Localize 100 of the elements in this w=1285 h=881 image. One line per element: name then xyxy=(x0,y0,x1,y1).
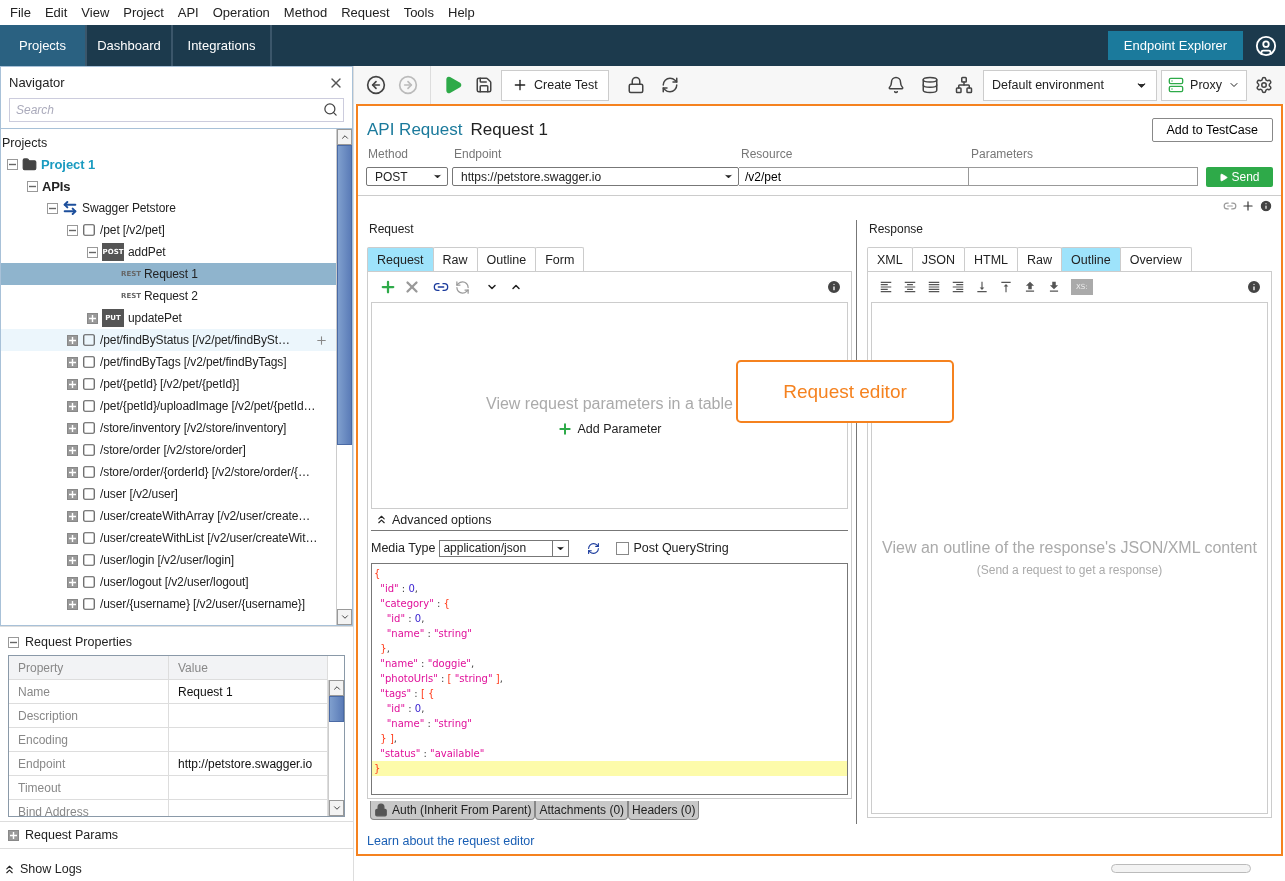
align-justify-icon[interactable] xyxy=(927,280,941,294)
learn-link[interactable]: Learn about the request editor xyxy=(358,824,535,854)
menu-item[interactable]: Edit xyxy=(37,5,75,20)
upload-icon[interactable] xyxy=(1023,280,1037,294)
tab[interactable]: Headers (0) xyxy=(628,801,700,820)
settings-icon[interactable] xyxy=(1255,76,1273,94)
scroll-thumb[interactable] xyxy=(329,696,344,722)
expand-icon[interactable] xyxy=(8,829,19,841)
menu-item[interactable]: Operation xyxy=(205,5,277,20)
user-icon[interactable] xyxy=(1255,34,1277,57)
tree-item[interactable]: /pet/findByTags [/v2/pet/findByTags] xyxy=(1,351,336,373)
tree-item[interactable]: /store/order/{orderId} [/v2/store/order/{… xyxy=(1,461,336,483)
tree-item[interactable]: /user/createWithList [/v2/user/createWit… xyxy=(1,527,336,549)
tab[interactable]: Overview xyxy=(1119,247,1192,271)
save-icon[interactable] xyxy=(475,76,493,94)
add-to-testcase-button[interactable]: Add to TestCase xyxy=(1151,118,1273,142)
collapse-icon[interactable] xyxy=(8,636,19,648)
tree-item[interactable]: /store/inventory [/v2/store/inventory] xyxy=(1,417,336,439)
menu-item[interactable]: Project xyxy=(116,5,171,20)
menu-item[interactable]: API xyxy=(170,5,206,20)
proxy-button[interactable]: Proxy xyxy=(1161,69,1247,101)
scroll-thumb[interactable] xyxy=(337,145,352,445)
info-icon[interactable] xyxy=(826,279,842,295)
checkbox[interactable] xyxy=(616,541,630,555)
parameters-field[interactable] xyxy=(969,167,1198,186)
expand-icon[interactable] xyxy=(67,422,78,434)
nav-tab[interactable]: Integrations xyxy=(173,25,272,66)
expand-icon[interactable] xyxy=(67,378,78,390)
info-icon[interactable] xyxy=(1246,279,1262,295)
database-icon[interactable] xyxy=(921,76,940,94)
collapse-icon[interactable] xyxy=(87,246,98,258)
tree-item[interactable]: /user/createWithArray [/v2/user/create… xyxy=(1,505,336,527)
expand-icon[interactable] xyxy=(67,334,78,346)
lock-icon[interactable] xyxy=(626,76,645,94)
tree-item[interactable]: /user/login [/v2/user/login] xyxy=(1,549,336,571)
tab[interactable]: Outline xyxy=(1061,247,1121,271)
tree-item[interactable]: /pet/findByStatus [/v2/pet/findBySt… xyxy=(1,329,336,351)
tree-item[interactable]: /user/{username} [/v2/user/{username}] xyxy=(1,593,336,615)
collapse-all-icon[interactable] xyxy=(975,280,989,294)
code-editor[interactable]: { "id" : 0, "category" : { "id" : 0, "name" : "string" }, "name" : "doggie", "photoUrls" : [ "string" ], "tags" : [ { "id" : 0, "name" : "string" } ], "status" : "available" } xyxy=(371,563,848,795)
scrollbar[interactable] xyxy=(1111,864,1251,873)
chevrons-up-icon[interactable] xyxy=(375,513,388,526)
tree-item[interactable]: /user [/v2/user] xyxy=(1,483,336,505)
arrow-up-icon[interactable] xyxy=(331,683,342,693)
menu-item[interactable]: Method xyxy=(276,5,335,20)
tab[interactable]: Attachments (0) xyxy=(535,801,629,820)
collapse-icon[interactable] xyxy=(27,180,38,192)
tree-item[interactable]: /pet/{petId} [/v2/pet/{petId}] xyxy=(1,373,336,395)
method-select[interactable]: POST xyxy=(366,167,448,186)
arrow-up-icon[interactable] xyxy=(339,132,350,142)
nav-tab[interactable]: Projects xyxy=(0,25,87,66)
tree-item[interactable]: Swagger Petstore xyxy=(1,197,336,219)
expand-icon[interactable] xyxy=(67,356,78,368)
expand-icon[interactable] xyxy=(67,400,78,412)
search-icon[interactable] xyxy=(323,102,338,117)
nav-tab[interactable]: Dashboard xyxy=(87,25,173,66)
menu-item[interactable]: Help xyxy=(441,5,482,20)
expand-icon[interactable] xyxy=(67,510,78,522)
bell-icon[interactable] xyxy=(887,76,906,94)
tree-item[interactable]: APIs xyxy=(1,175,336,197)
resource-field[interactable]: /v2/pet xyxy=(739,167,969,186)
collapse-icon[interactable] xyxy=(67,224,78,236)
tree-item[interactable]: /user/logout [/v2/user/logout] xyxy=(1,571,336,593)
scrollbar[interactable] xyxy=(336,129,352,625)
refresh-icon[interactable] xyxy=(660,76,679,94)
plus-icon[interactable] xyxy=(315,333,328,347)
align-left-icon[interactable] xyxy=(879,280,893,294)
network-icon[interactable] xyxy=(955,76,974,94)
delete-icon[interactable] xyxy=(403,278,421,296)
arrow-down-icon[interactable] xyxy=(339,612,350,622)
refresh-icon[interactable] xyxy=(587,541,601,555)
menu-item[interactable]: Request xyxy=(334,5,397,20)
tree-item[interactable]: /pet [/v2/pet] xyxy=(1,219,336,241)
tree-item[interactable]: /store/order [/v2/store/order] xyxy=(1,439,336,461)
tab[interactable]: XML xyxy=(867,247,913,271)
search-field[interactable]: Search xyxy=(9,98,344,122)
create-test-button[interactable]: Create Test xyxy=(501,69,609,101)
expand-icon[interactable] xyxy=(67,576,78,588)
info-icon[interactable] xyxy=(1259,199,1273,213)
scrollbar[interactable] xyxy=(328,680,344,816)
tab[interactable]: Request xyxy=(367,247,434,271)
show-logs-link[interactable]: Show Logs xyxy=(20,862,82,876)
align-center-icon[interactable] xyxy=(903,280,917,294)
expand-icon[interactable] xyxy=(67,554,78,566)
run-icon[interactable] xyxy=(443,75,463,95)
tab[interactable]: Auth (Inherit From Parent) xyxy=(370,801,536,820)
back-icon[interactable] xyxy=(366,75,386,95)
download-icon[interactable] xyxy=(1047,280,1061,294)
endpoint-select[interactable]: https://petstore.swagger.io xyxy=(452,167,739,186)
add-icon[interactable] xyxy=(379,278,397,296)
expand-icon[interactable] xyxy=(67,598,78,610)
align-right-icon[interactable] xyxy=(951,280,965,294)
collapse-icon[interactable] xyxy=(7,158,18,170)
expand-icon[interactable] xyxy=(67,444,78,456)
add-parameter-link[interactable]: Add Parameter xyxy=(557,420,662,437)
endpoint-explorer-button[interactable]: Endpoint Explorer xyxy=(1108,31,1243,60)
menu-item[interactable]: View xyxy=(74,5,117,20)
expand-icon[interactable] xyxy=(67,466,78,478)
expand-icon[interactable] xyxy=(67,488,78,500)
advanced-options-toggle[interactable]: Advanced options xyxy=(392,512,492,527)
